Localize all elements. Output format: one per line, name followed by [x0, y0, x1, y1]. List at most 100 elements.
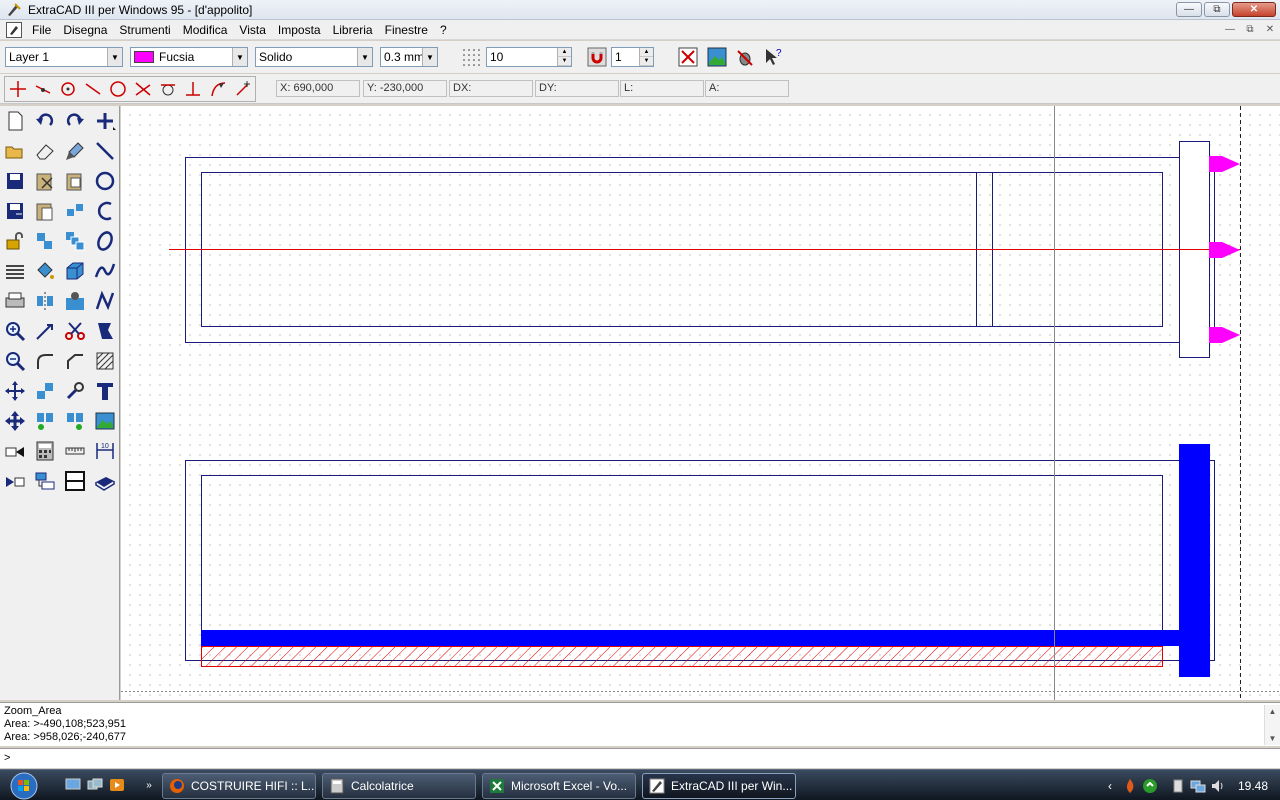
chevron-down-icon[interactable]: ▼ — [422, 48, 437, 66]
split-window-button[interactable] — [60, 466, 90, 496]
print-button[interactable] — [0, 286, 30, 316]
properties-brush-button[interactable] — [60, 136, 90, 166]
update-icon[interactable] — [1142, 778, 1158, 794]
color-select[interactable]: Fucsia ▼ — [130, 47, 248, 67]
volume-icon[interactable] — [1210, 778, 1226, 794]
image-button[interactable] — [705, 45, 729, 69]
chevron-down-icon[interactable]: ▼ — [232, 48, 247, 66]
safely-remove-icon[interactable] — [1170, 778, 1186, 794]
explode-button[interactable] — [30, 466, 60, 496]
duplicate-button[interactable] — [60, 196, 90, 226]
taskbar-item-calculator[interactable]: Calcolatrice — [322, 773, 476, 799]
help-pointer-button[interactable]: ? — [761, 45, 785, 69]
show-desktop-button[interactable] — [64, 777, 82, 793]
calculator-button[interactable] — [30, 436, 60, 466]
menu-modifica[interactable]: Modifica — [179, 23, 236, 37]
menu-imposta[interactable]: Imposta — [274, 23, 329, 37]
polygon-tool-button[interactable] — [90, 316, 120, 346]
scroll-down-icon[interactable]: ▼ — [1269, 732, 1277, 745]
point-tool-button[interactable] — [90, 106, 120, 136]
arc-tool-button[interactable] — [90, 196, 120, 226]
open-file-button[interactable] — [0, 136, 30, 166]
mirror-button[interactable] — [30, 286, 60, 316]
undo-button[interactable] — [30, 106, 60, 136]
layer-select[interactable]: Layer 1 ▼ — [5, 47, 123, 67]
line-tool-button[interactable] — [90, 136, 120, 166]
menu-disegna[interactable]: Disegna — [59, 23, 115, 37]
move-button[interactable] — [0, 406, 30, 436]
save-button[interactable] — [0, 166, 30, 196]
drawing-canvas[interactable] — [121, 106, 1280, 700]
snap-tangent-button[interactable] — [155, 77, 180, 101]
snap-midpoint-button[interactable] — [80, 77, 105, 101]
redo-button[interactable] — [60, 106, 90, 136]
snap-center-button[interactable] — [55, 77, 80, 101]
doc-restore-button[interactable]: ⧉ — [1242, 22, 1258, 36]
menu-help[interactable]: ? — [436, 23, 455, 37]
layers-button[interactable] — [0, 256, 30, 286]
linewidth-select[interactable]: 0.3 mm ▼ — [380, 47, 438, 67]
edit-wrench-button[interactable] — [60, 376, 90, 406]
extrude-button[interactable] — [60, 256, 90, 286]
quick-launch-chevron[interactable]: » — [140, 777, 158, 793]
spline-tool-button[interactable] — [90, 256, 120, 286]
dimension-tool-button[interactable]: 10 — [90, 436, 120, 466]
menu-vista[interactable]: Vista — [235, 23, 273, 37]
bug-tool-button[interactable] — [733, 45, 757, 69]
network-icon[interactable] — [1190, 778, 1206, 794]
flame-icon[interactable] — [1122, 778, 1138, 794]
copy-clipboard-button[interactable] — [60, 166, 90, 196]
minimize-button[interactable]: — — [1176, 2, 1202, 17]
cut-button[interactable] — [30, 166, 60, 196]
switch-windows-button[interactable] — [86, 777, 104, 793]
array-button[interactable] — [30, 406, 60, 436]
grid-spacing-stepper[interactable]: 10 ▲ ▼ — [486, 47, 572, 67]
grid-toggle-button[interactable] — [459, 45, 483, 69]
snap-intersection-button[interactable] — [130, 77, 155, 101]
erase-button[interactable] — [30, 136, 60, 166]
menu-file[interactable]: File — [28, 23, 59, 37]
document-system-icon[interactable] — [6, 21, 22, 38]
snap-relative-button[interactable] — [230, 77, 255, 101]
taskbar-item-extracad[interactable]: ExtraCAD III per Win... — [642, 773, 796, 799]
command-scrollbar[interactable]: ▲ ▼ — [1264, 705, 1280, 745]
new-file-button[interactable] — [0, 106, 30, 136]
trim-button[interactable] — [30, 316, 60, 346]
doc-minimize-button[interactable]: — — [1222, 22, 1238, 36]
snap-free-button[interactable] — [5, 77, 30, 101]
pan-button[interactable] — [0, 376, 30, 406]
doc-close-button[interactable]: ✕ — [1262, 22, 1278, 36]
fillet-button[interactable] — [30, 346, 60, 376]
text-tool-button[interactable] — [90, 376, 120, 406]
user-tool-button[interactable] — [60, 286, 90, 316]
maximize-button[interactable]: ⧉ — [1204, 2, 1230, 17]
picture-tool-button[interactable] — [90, 406, 120, 436]
chamfer-button[interactable] — [60, 346, 90, 376]
snap-perpendicular-button[interactable] — [180, 77, 205, 101]
print-preview-button[interactable] — [676, 45, 700, 69]
polyline-tool-button[interactable] — [90, 286, 120, 316]
taskbar-item-firefox[interactable]: COSTRUIRE HIFI :: L... — [162, 773, 316, 799]
taskbar-item-excel[interactable]: Microsoft Excel - Vo... — [482, 773, 636, 799]
block-insert-button[interactable] — [0, 436, 30, 466]
multi-copy-button[interactable] — [60, 226, 90, 256]
down-arrow-icon[interactable]: ▼ — [557, 57, 571, 66]
ellipse-tool-button[interactable] — [90, 226, 120, 256]
chevron-down-icon[interactable]: ▼ — [357, 48, 372, 66]
circle-tool-button[interactable] — [90, 166, 120, 196]
start-button[interactable] — [4, 771, 44, 800]
clock[interactable]: 19.48 — [1238, 779, 1268, 793]
measure-button[interactable] — [60, 436, 90, 466]
close-button[interactable]: ✕ — [1232, 2, 1276, 17]
snap-toggle-button[interactable] — [585, 45, 609, 69]
paste-special-button[interactable] — [30, 196, 60, 226]
menu-strumenti[interactable]: Strumenti — [115, 23, 178, 37]
up-arrow-icon[interactable]: ▲ — [639, 48, 653, 57]
copy-move-button[interactable] — [30, 376, 60, 406]
down-arrow-icon[interactable]: ▼ — [639, 57, 653, 66]
menu-finestre[interactable]: Finestre — [381, 23, 436, 37]
cut-scissors-button[interactable] — [60, 316, 90, 346]
chevron-left-icon[interactable]: ‹ — [1102, 778, 1118, 794]
menu-libreria[interactable]: Libreria — [329, 23, 381, 37]
copy-objects-button[interactable] — [30, 226, 60, 256]
